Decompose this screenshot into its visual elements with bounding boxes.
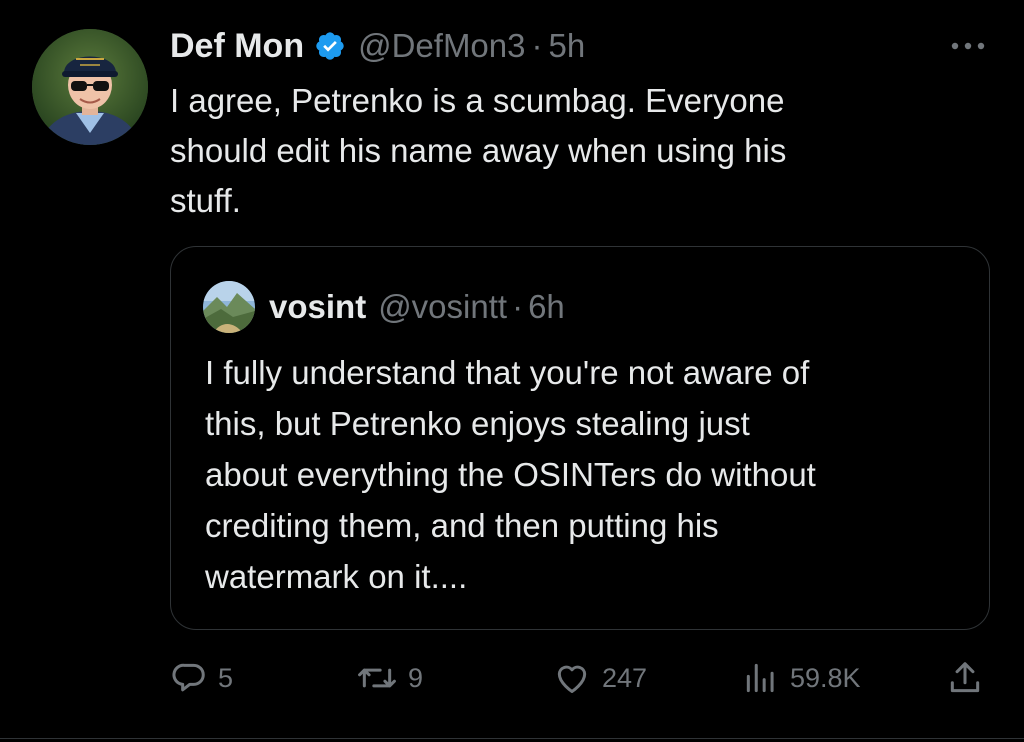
landscape-avatar-icon bbox=[203, 281, 255, 333]
more-options-icon[interactable] bbox=[946, 28, 990, 64]
verified-badge-icon[interactable] bbox=[314, 30, 346, 62]
action-bar: 5 9 247 59.8K bbox=[170, 654, 1000, 702]
heart-icon bbox=[557, 665, 587, 693]
quote-timestamp[interactable]: 6h bbox=[528, 288, 565, 326]
author-avatar[interactable] bbox=[32, 29, 148, 145]
tweet-timestamp[interactable]: 5h bbox=[549, 27, 586, 65]
share-button[interactable] bbox=[946, 654, 984, 702]
retweet-icon bbox=[358, 668, 396, 688]
separator-dot: · bbox=[512, 288, 524, 325]
profile-photo-avatar-icon bbox=[32, 29, 148, 145]
author-display-name[interactable]: Def Mon bbox=[170, 27, 304, 66]
quote-handle[interactable]: @vosintt bbox=[378, 288, 507, 326]
quote-header: vosint @vosintt · 6h bbox=[269, 285, 565, 329]
views-button[interactable]: 59.8K bbox=[742, 654, 861, 702]
retweet-count: 9 bbox=[408, 662, 424, 693]
quote-text-line: crediting them, and then putting his bbox=[205, 507, 719, 544]
like-button[interactable]: 247 bbox=[552, 654, 647, 702]
quote-text-line: about everything the OSINTers do without bbox=[205, 456, 816, 493]
separator-dot: · bbox=[531, 27, 543, 64]
tweet-text: I agree, Petrenko is a scumbag. Everyone… bbox=[170, 76, 940, 226]
retweet-button[interactable]: 9 bbox=[356, 654, 423, 702]
quote-text-line: watermark on it.... bbox=[205, 558, 468, 595]
reply-icon bbox=[172, 663, 205, 692]
tweet-text-line: stuff. bbox=[170, 182, 241, 219]
share-icon bbox=[950, 662, 980, 693]
views-count: 59.8K bbox=[790, 662, 861, 693]
quote-text-line: this, but Petrenko enjoys stealing just bbox=[205, 405, 750, 442]
tweet[interactable]: Def Mon @DefMon3 · 5h I agree, Petrenko … bbox=[0, 0, 1024, 742]
tweet-text-line: I agree, Petrenko is a scumbag. Everyone bbox=[170, 82, 785, 119]
reply-button[interactable]: 5 bbox=[170, 654, 233, 702]
reply-count: 5 bbox=[218, 662, 234, 693]
quote-author-avatar[interactable] bbox=[203, 281, 255, 333]
like-count: 247 bbox=[602, 662, 648, 693]
tweet-text-line: should edit his name away when using his bbox=[170, 132, 787, 169]
author-handle[interactable]: @DefMon3 bbox=[358, 27, 525, 65]
quote-text: I fully understand that you're not aware… bbox=[205, 347, 965, 602]
quoted-tweet[interactable]: vosint @vosintt · 6h I fully understand … bbox=[170, 246, 990, 630]
tweet-header: Def Mon @DefMon3 · 5h bbox=[170, 24, 585, 68]
views-chart-icon bbox=[746, 663, 774, 693]
quote-display-name[interactable]: vosint bbox=[269, 288, 366, 326]
divider bbox=[0, 738, 1024, 739]
quote-text-line: I fully understand that you're not aware… bbox=[205, 354, 810, 391]
